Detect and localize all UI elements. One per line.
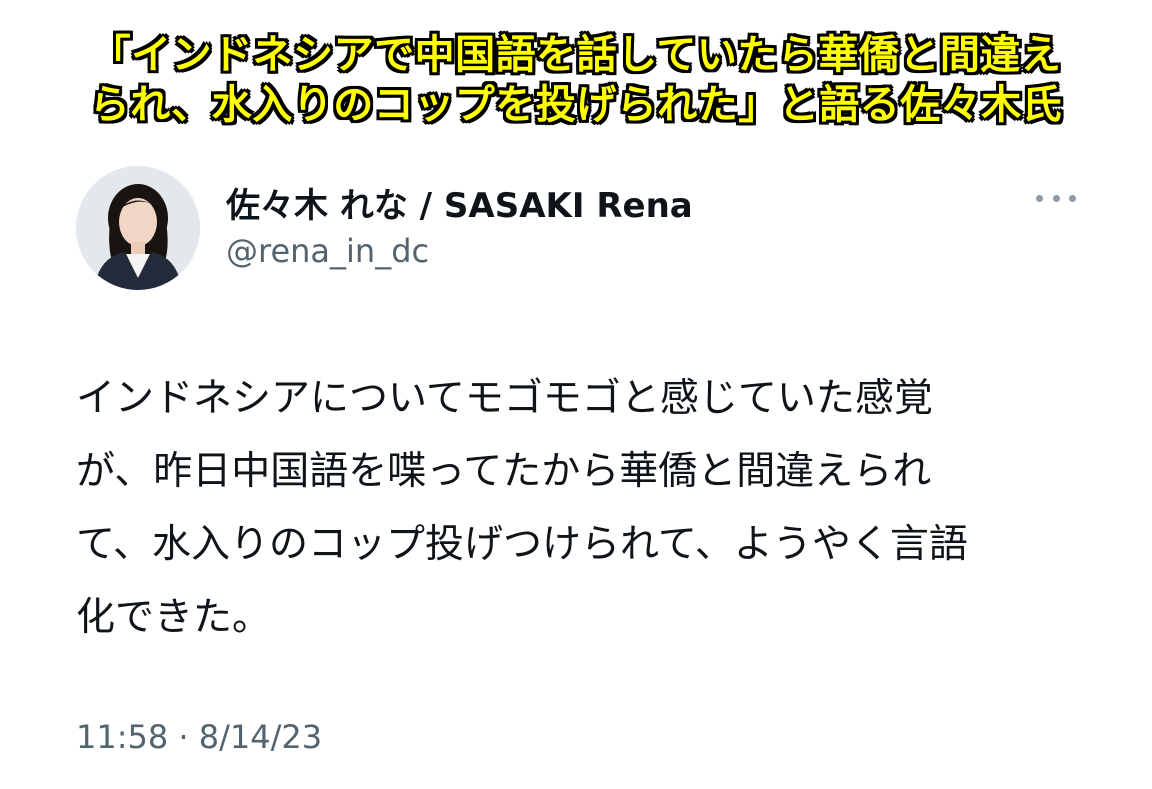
caption-overlay: 「インドネシアで中国語を話していたら華僑と間違え られ、水入りのコップを投げられ… — [0, 30, 1152, 130]
tweet-timestamp[interactable]: 11:58 · 8/14/23 — [76, 718, 322, 756]
author-display-name[interactable]: 佐々木 れな / SASAKI Rena — [226, 178, 693, 227]
more-dot — [1036, 194, 1043, 202]
tweet-text-line: が、昨日中国語を喋ってたから華僑と間違えられ — [76, 449, 932, 494]
avatar[interactable] — [76, 166, 200, 290]
avatar-photo — [76, 166, 200, 290]
caption-line-1: 「インドネシアで中国語を話していたら華僑と間違え — [90, 32, 1062, 78]
tweet-text-line: 化できた。 — [76, 595, 272, 640]
caption-line-2: られ、水入りのコップを投げられた」と語る佐々木氏 — [89, 82, 1063, 128]
more-dot — [1069, 194, 1076, 202]
more-horizontal-icon[interactable] — [1036, 188, 1076, 208]
tweet-text-line: て、水入りのコップ投げつけられて、ようやく言語 — [76, 522, 968, 567]
more-dot — [1052, 194, 1060, 202]
tweet-card: 佐々木 れな / SASAKI Rena @rena_in_dc インドネシアに… — [38, 140, 1114, 789]
tweet-text-line: インドネシアについてモゴモゴと感じていた感覚 — [76, 376, 933, 421]
tweet-text: インドネシアについてモゴモゴと感じていた感覚 が、昨日中国語を喋ってたから華僑と… — [76, 362, 1116, 654]
author-handle[interactable]: @rena_in_dc — [226, 232, 429, 270]
